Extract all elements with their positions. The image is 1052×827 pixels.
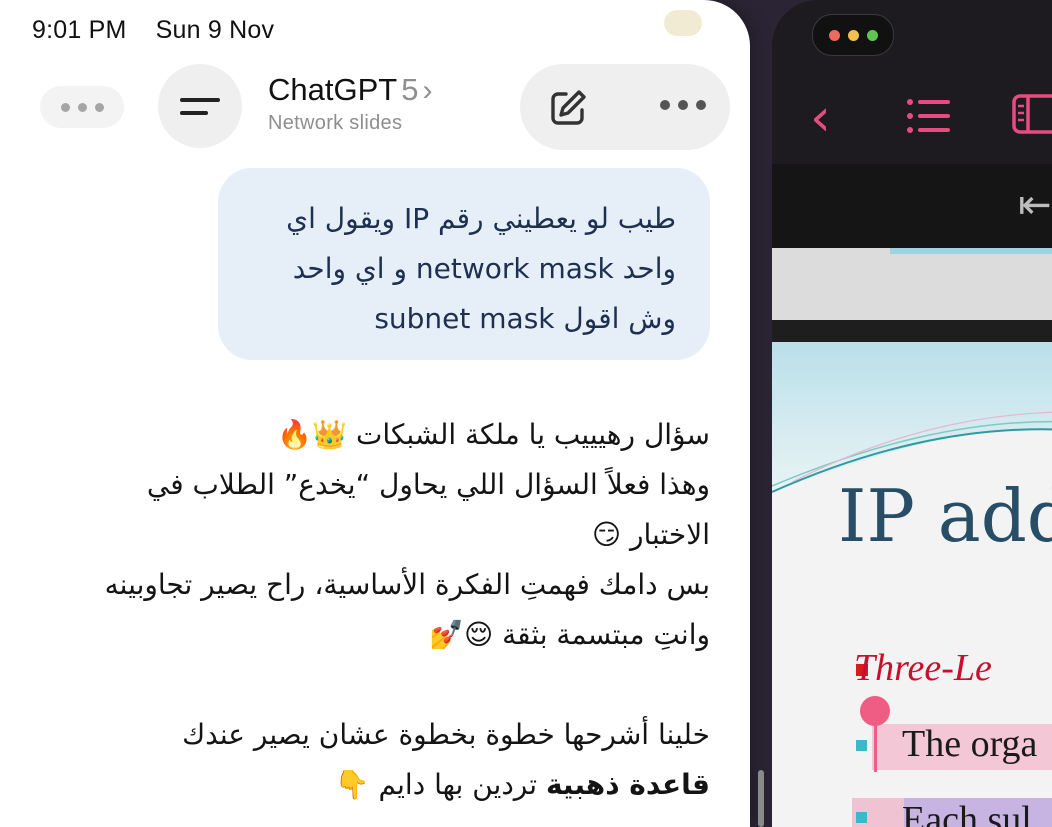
slide-bullet: Each sul — [902, 799, 1032, 827]
sidebar-menu-button[interactable] — [158, 64, 242, 148]
list-icon[interactable] — [906, 96, 952, 136]
bullet-square-icon — [856, 740, 867, 751]
golden-rule-emphasis: قاعدة ذهبية — [545, 768, 710, 801]
assistant-message: سؤال رهيييب يا ملكة الشبكات 👑🔥 وهذا فعلا… — [100, 410, 710, 810]
status-date: Sun 9 Nov — [155, 16, 275, 44]
new-chat-icon[interactable] — [546, 86, 590, 130]
user-message-bubble: طيب لو يعطيني رقم IP ويقول اي واحد netwo… — [218, 168, 710, 360]
more-icon[interactable] — [660, 100, 706, 110]
back-arrow-icon[interactable]: ⇤ — [1018, 182, 1052, 228]
slide-title: IP add — [838, 474, 1052, 558]
slide-page[interactable]: IP add Three-Le The orga Each sul — [772, 342, 1052, 827]
previous-page — [772, 248, 1052, 320]
header-actions — [520, 64, 730, 150]
multitasking-dots-icon[interactable] — [40, 86, 124, 128]
model-version: 5 — [401, 72, 419, 107]
status-time: 9:01 PM — [32, 16, 127, 44]
minimize-dot-icon[interactable] — [847, 29, 859, 41]
assistant-line: خلينا أشرحها خطوة بخطوة عشان يصير عندك ق… — [182, 718, 710, 801]
chevron-right-icon: › — [422, 74, 433, 107]
bullet-square-icon — [856, 812, 867, 823]
menu-icon — [180, 97, 220, 102]
status-bar: 9:01 PM Sun 9 Nov — [32, 16, 296, 45]
back-chevron-icon[interactable]: ‹ — [810, 92, 831, 144]
scroll-indicator[interactable] — [758, 770, 764, 827]
user-message-line: واحد network mask و اي واحد — [292, 252, 676, 285]
slides-window: ‹ ⇤ IP add Three-Le The orga Each sul — [772, 0, 1052, 827]
app-title: ChatGPT — [268, 72, 398, 107]
status-indicator — [664, 10, 702, 36]
chat-title-selector[interactable]: ChatGPT 5 › Network slides — [268, 72, 432, 135]
selection-handle[interactable] — [860, 696, 890, 726]
slide-bullet: Three-Le — [854, 647, 992, 689]
user-message-line: وش اقول subnet mask — [374, 302, 676, 335]
close-dot-icon[interactable] — [828, 29, 840, 41]
slide-bullet: The orga — [902, 723, 1038, 765]
window-controls[interactable] — [812, 14, 894, 56]
assistant-line: وهذا فعلاً السؤال اللي يحاول “يخدع” الطل… — [146, 468, 710, 551]
user-message-line: طيب لو يعطيني رقم IP ويقول اي — [286, 202, 676, 235]
chat-subtitle: Network slides — [268, 112, 403, 134]
assistant-line: سؤال رهيييب يا ملكة الشبكات 👑🔥 — [277, 418, 710, 451]
slides-toolbar: ‹ — [772, 70, 1052, 164]
chatgpt-window: 9:01 PM Sun 9 Nov ChatGPT 5 › Network slid… — [0, 0, 750, 827]
zoom-dot-icon[interactable] — [866, 29, 878, 41]
page-strip: ⇤ — [772, 164, 1052, 248]
assistant-line: بس دامك فهمتِ الفكرة الأساسية، راح يصير … — [104, 568, 710, 651]
sidebar-toggle-icon[interactable] — [1012, 94, 1052, 134]
